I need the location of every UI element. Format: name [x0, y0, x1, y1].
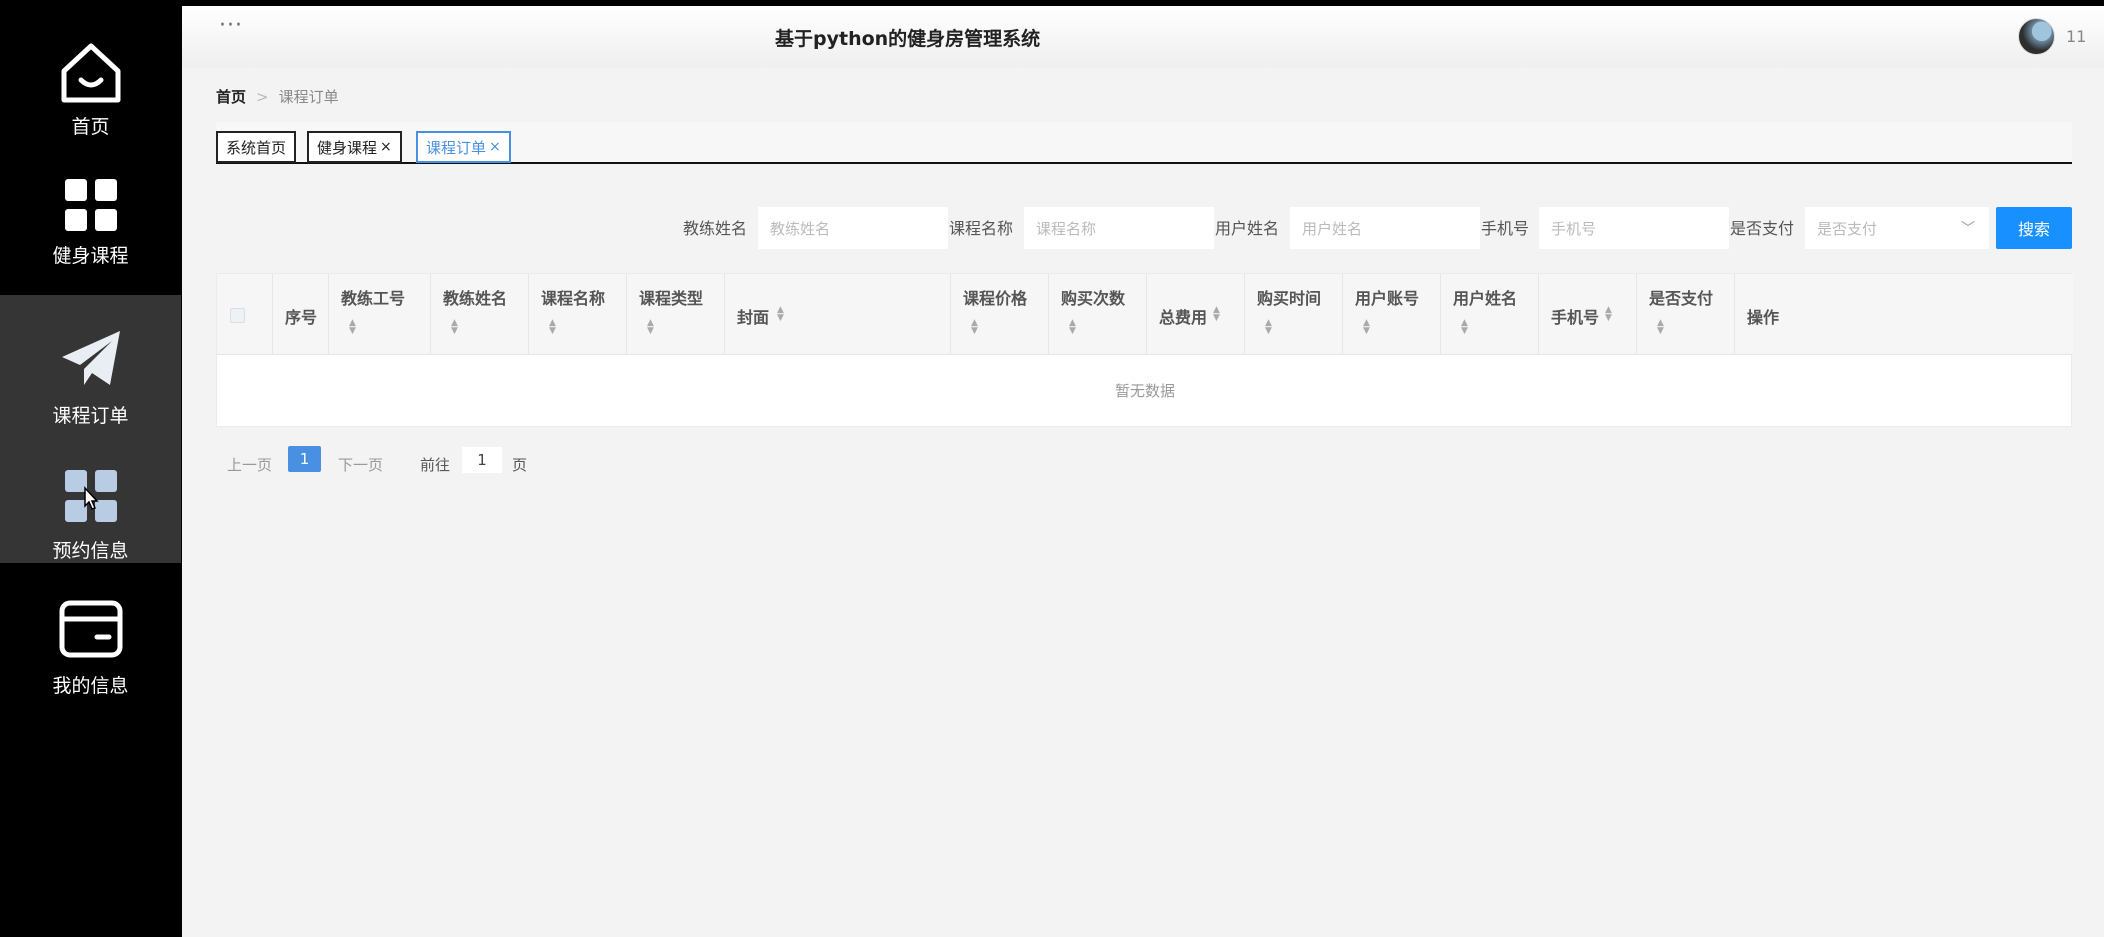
column-header[interactable]: 教练工号 ▲ ▼: [329, 274, 431, 355]
page-unit-label: 页: [512, 456, 528, 474]
select-all-checkbox[interactable]: [230, 308, 245, 323]
phone-input[interactable]: 手机号: [1539, 207, 1729, 249]
tab-bar: 系统首页 健身课程 × 课程订单 ×: [216, 122, 2072, 164]
column-header[interactable]: 教练姓名 ▲ ▼: [431, 274, 529, 355]
column-header[interactable]: 购买次数 ▲ ▼: [1049, 274, 1147, 355]
tab-label: 系统首页: [226, 138, 287, 157]
close-icon[interactable]: ×: [380, 139, 392, 155]
top-bar: ··· 基于python的健身房管理系统 11: [182, 6, 2104, 68]
select-all-column: [217, 274, 273, 355]
column-header[interactable]: 是否支付 ▲ ▼: [1637, 274, 1735, 355]
sort-icon[interactable]: ▲ ▼: [1069, 319, 1076, 336]
sidebar-item-orders[interactable]: 课程订单: [0, 295, 181, 429]
sort-icon[interactable]: ▲ ▼: [647, 319, 654, 336]
coach-name-label: 教练姓名: [683, 219, 748, 238]
breadcrumb-home[interactable]: 首页: [216, 88, 246, 106]
tab-label: 课程订单: [426, 138, 487, 157]
sidebar-item-my-info[interactable]: 我的信息: [0, 565, 181, 699]
sort-icon[interactable]: ▲ ▼: [549, 319, 556, 336]
column-header[interactable]: 总费用 ▲ ▼: [1147, 274, 1245, 355]
card-icon: [59, 593, 123, 665]
main-content: ··· 基于python的健身房管理系统 11 首页 > 课程订单 系统首页 健身课…: [182, 6, 2104, 937]
goto-page-input[interactable]: 1: [462, 447, 502, 473]
next-page-button[interactable]: 下一页: [338, 454, 383, 475]
paid-select-value: 是否支付: [1817, 219, 1878, 238]
avatar[interactable]: [2018, 18, 2055, 55]
column-header[interactable]: 课程价格 ▲ ▼: [951, 274, 1049, 355]
paper-plane-icon: [60, 323, 122, 395]
chevron-down-icon: ﹀: [1961, 221, 1975, 237]
sidebar-item-label: 课程订单: [52, 405, 129, 427]
search-button[interactable]: 搜索: [1996, 207, 2072, 249]
column-header[interactable]: 课程类型 ▲ ▼: [627, 274, 725, 355]
sidebar-item-appointments[interactable]: 预约信息: [0, 429, 181, 563]
coach-name-input[interactable]: 教练姓名: [758, 207, 948, 249]
sort-icon[interactable]: ▲ ▼: [349, 319, 356, 336]
sort-icon[interactable]: ▲ ▼: [1657, 319, 1664, 336]
column-header[interactable]: 课程名称 ▲ ▼: [529, 274, 627, 355]
column-header[interactable]: 手机号 ▲ ▼: [1539, 274, 1637, 355]
sort-icon[interactable]: ▲ ▼: [777, 306, 784, 323]
column-header[interactable]: 购买时间 ▲ ▼: [1245, 274, 1343, 355]
sidebar-item-label: 健身课程: [52, 245, 129, 267]
breadcrumb-current: 课程订单: [278, 88, 339, 106]
tab-label: 健身课程: [317, 138, 378, 157]
more-icon[interactable]: ···: [219, 15, 243, 37]
tab-fitness-courses[interactable]: 健身课程 ×: [307, 131, 402, 163]
sidebar-item-home[interactable]: 首页: [0, 0, 181, 138]
paid-label: 是否支付: [1730, 219, 1795, 238]
column-header: 序号: [273, 274, 329, 355]
sidebar-item-label: 我的信息: [52, 675, 129, 697]
sort-icon[interactable]: ▲ ▼: [1213, 306, 1220, 323]
breadcrumb: 首页 > 课程订单: [216, 86, 339, 107]
grid-icon: [63, 174, 119, 235]
column-header[interactable]: 用户账号 ▲ ▼: [1343, 274, 1441, 355]
page-title: 基于python的健身房管理系统: [775, 28, 1041, 50]
tab-course-orders[interactable]: 课程订单 ×: [416, 131, 511, 163]
empty-state: 暂无数据: [1114, 382, 1175, 400]
sort-icon[interactable]: ▲ ▼: [1461, 319, 1468, 336]
page-number-current[interactable]: 1: [288, 446, 321, 472]
column-header[interactable]: 封面 ▲ ▼: [725, 274, 951, 355]
grid-icon: [63, 461, 119, 530]
user-name-label: 用户姓名: [1215, 219, 1280, 238]
tab-system-home[interactable]: 系统首页: [216, 131, 297, 163]
sort-icon[interactable]: ▲ ▼: [1605, 306, 1612, 323]
sidebar-item-label: 预约信息: [52, 540, 129, 562]
user-name-input[interactable]: 用户姓名: [1290, 207, 1480, 249]
username[interactable]: 11: [2066, 27, 2086, 46]
column-header: 操作: [1747, 308, 1780, 327]
breadcrumb-separator: >: [256, 88, 269, 106]
goto-label: 前往: [420, 456, 451, 474]
course-name-input[interactable]: 课程名称: [1024, 207, 1214, 249]
column-header[interactable]: 用户姓名 ▲ ▼: [1441, 274, 1539, 355]
sort-icon[interactable]: ▲ ▼: [1363, 319, 1370, 336]
sort-icon[interactable]: ▲ ▼: [1265, 319, 1272, 336]
close-icon[interactable]: ×: [489, 139, 501, 155]
home-icon: [58, 40, 124, 106]
sidebar: 首页 健身课程 课程订单 预约信息 我的信息: [0, 0, 181, 937]
sidebar-item-courses[interactable]: 健身课程: [0, 134, 181, 268]
prev-page-button[interactable]: 上一页: [227, 454, 272, 475]
phone-label: 手机号: [1481, 219, 1530, 238]
table-header: 序号 教练工号 ▲ ▼ 教练姓名 ▲ ▼ 课程名称 ▲ ▼ 课程类型 ▲ ▼ 封面 ▲ ▼ 课程价格…: [217, 274, 2073, 355]
sort-icon[interactable]: ▲ ▼: [451, 319, 458, 336]
paid-select[interactable]: 是否支付 ﹀: [1805, 207, 1989, 249]
sort-icon[interactable]: ▲ ▼: [971, 319, 978, 336]
course-name-label: 课程名称: [949, 219, 1014, 238]
orders-table: 序号 教练工号 ▲ ▼ 教练姓名 ▲ ▼ 课程名称 ▲ ▼ 课程类型 ▲ ▼ 封面 ▲ ▼ 课程价格…: [216, 273, 2073, 427]
